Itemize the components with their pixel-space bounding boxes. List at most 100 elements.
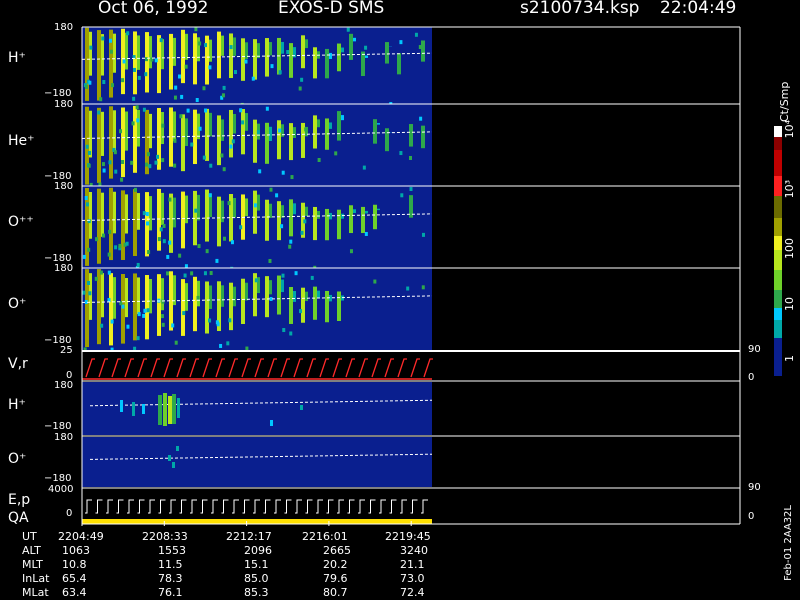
colorbar-label-10000: 10⁴ — [783, 120, 796, 139]
h-plus-burst — [120, 400, 123, 412]
energy-sweep — [116, 499, 124, 514]
energy-sweep — [347, 499, 355, 514]
colorbar-unit: Ct/Smp — [778, 81, 791, 122]
spectro-speckle — [290, 175, 294, 180]
spectro-speckle — [171, 323, 175, 328]
spectro-speckle — [278, 70, 282, 75]
colorbar-segment — [774, 270, 782, 290]
spectro-speckle — [121, 159, 125, 164]
y-tick-bottom-8: 0 — [66, 508, 73, 519]
spectro-column-edge — [149, 113, 152, 149]
spectro-speckle — [144, 162, 148, 167]
spectro-speckle — [108, 160, 112, 165]
spectro-column — [265, 276, 269, 318]
spectro-column-edge — [161, 278, 164, 311]
spectro-speckle — [278, 128, 282, 133]
panel-label-h-plus: H⁺ — [8, 50, 26, 66]
energy-sweep — [200, 499, 208, 514]
spectro-speckle — [215, 258, 219, 263]
spectro-column — [85, 27, 89, 101]
spectro-speckle — [202, 155, 206, 160]
panel-label-qa: QA — [8, 510, 29, 526]
spectro-column — [337, 209, 341, 240]
spectro-speckle — [110, 319, 114, 324]
spectro-column-edge — [149, 36, 152, 69]
colorbar-label-100: 100 — [783, 238, 796, 259]
spectro-column-edge — [281, 41, 284, 54]
spectro-column — [193, 276, 197, 332]
spectro-speckle — [133, 187, 137, 192]
spectro-column-edge — [341, 213, 344, 219]
velocity-trace — [150, 358, 160, 378]
spectro-speckle — [87, 150, 91, 155]
spectro-column — [181, 114, 185, 172]
spectro-column — [217, 196, 221, 247]
spectro-speckle — [286, 50, 290, 55]
orbit-cell: 63.4 — [62, 586, 87, 599]
spectro-speckle — [253, 203, 257, 208]
velocity-trace — [163, 358, 173, 378]
spectro-speckle — [195, 98, 199, 103]
spectro-speckle — [108, 38, 112, 43]
spectro-speckle — [227, 201, 231, 206]
spectro-speckle — [303, 219, 307, 224]
spectro-column-edge — [317, 210, 320, 219]
energy-sweep — [326, 499, 334, 514]
spectrogram-plot — [81, 26, 782, 526]
h-plus-burst — [300, 405, 303, 410]
spectro-column-edge — [269, 126, 272, 141]
energy-sweep — [274, 499, 281, 514]
orbit-cell: 80.7 — [323, 586, 348, 599]
spectro-column-edge — [353, 37, 356, 42]
spectro-speckle — [222, 167, 226, 172]
velocity-trace — [306, 358, 316, 378]
spectro-speckle — [113, 150, 117, 155]
spectro-speckle — [203, 271, 207, 276]
spectro-speckle — [419, 116, 423, 121]
energy-sweep — [242, 499, 250, 514]
orbit-cell: 2216:01 — [302, 530, 348, 543]
velocity-trace — [254, 358, 264, 378]
spectro-column — [205, 281, 209, 334]
orbit-cell: 15.1 — [244, 558, 269, 571]
colorbar-segment — [774, 218, 782, 236]
spectro-speckle — [400, 193, 404, 198]
spectro-column — [145, 32, 149, 93]
spectro-speckle — [161, 322, 165, 327]
spectro-column — [205, 189, 209, 242]
energy-sweep — [127, 499, 134, 514]
spectro-column — [97, 107, 101, 183]
spectro-speckle — [136, 262, 140, 267]
spectro-column — [337, 43, 341, 72]
spectro-speckle — [132, 67, 136, 72]
spectro-speckle — [137, 312, 141, 317]
velocity-trace — [176, 358, 186, 378]
velocity-trace — [85, 358, 95, 378]
spectro-speckle — [178, 253, 182, 258]
spectro-column — [217, 115, 221, 166]
spectro-speckle — [166, 254, 170, 259]
y-tick-top-7: 180 — [54, 432, 74, 443]
colorbar-segment — [774, 196, 782, 218]
spectro-speckle — [82, 290, 86, 295]
spectro-column-edge — [173, 197, 176, 228]
spectro-speckle — [216, 322, 220, 327]
spectro-speckle — [121, 78, 125, 83]
spectro-speckle — [100, 323, 104, 328]
spectro-column-edge — [341, 115, 344, 121]
spectro-column — [385, 42, 389, 64]
orbit-cell: 11.5 — [158, 558, 183, 571]
spectro-column — [361, 51, 365, 77]
colorbar-segment — [774, 250, 782, 270]
spectro-column-edge — [113, 110, 116, 152]
velocity-trace — [124, 358, 134, 378]
spectro-column-edge — [209, 112, 212, 137]
spectro-column — [97, 30, 101, 101]
spectro-speckle — [265, 106, 269, 111]
spectro-column-edge — [185, 118, 188, 147]
spectro-column — [385, 128, 389, 152]
panel-label-energy: E,p — [8, 492, 31, 508]
spectro-speckle — [148, 164, 152, 169]
energy-sweep — [379, 499, 386, 514]
spectro-speckle — [300, 77, 304, 82]
